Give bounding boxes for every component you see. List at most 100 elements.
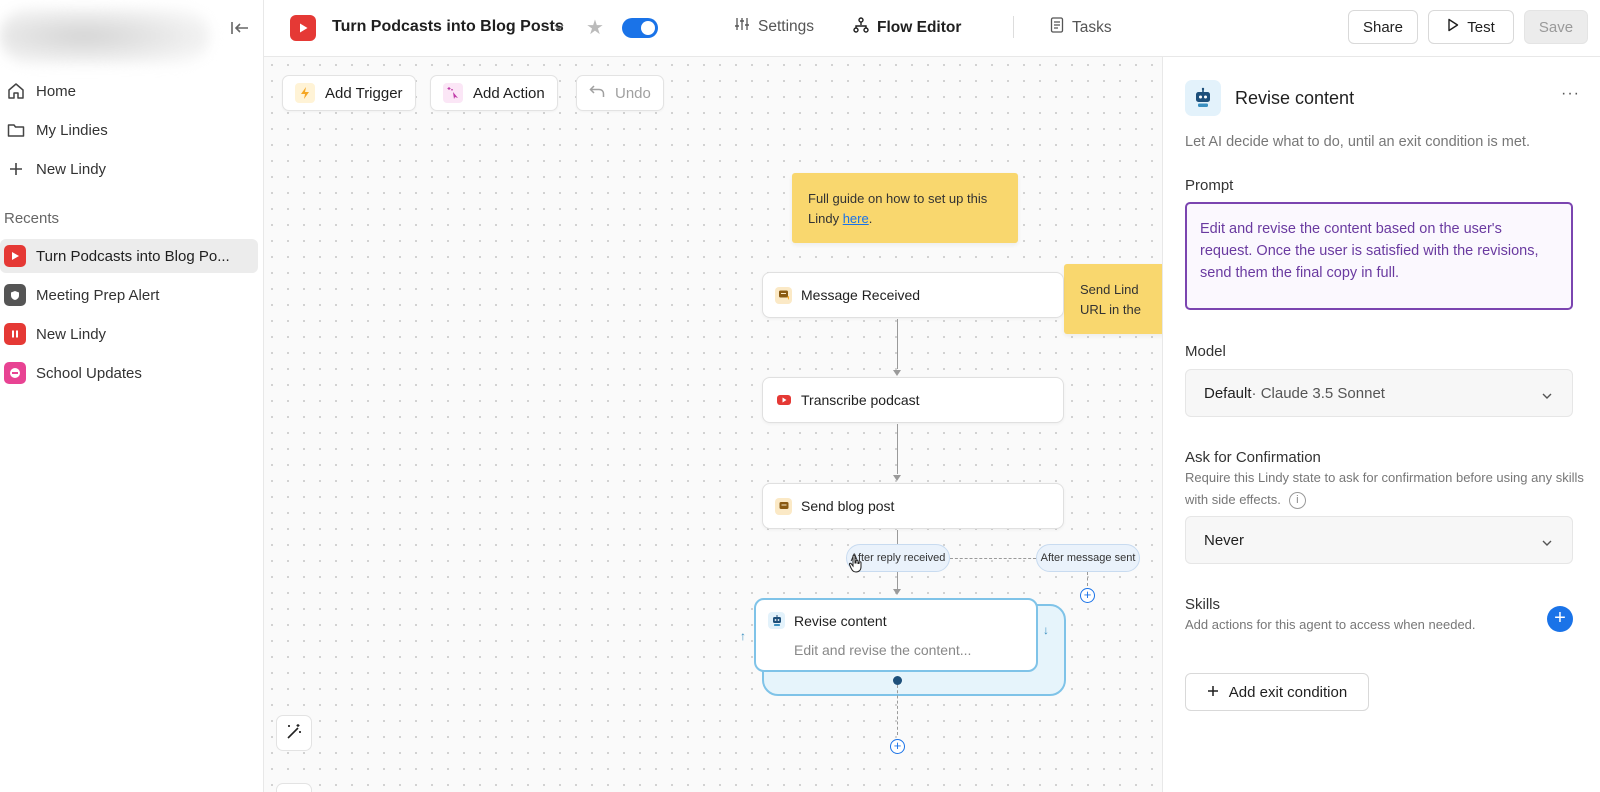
flow-node-label: Send blog post — [801, 498, 895, 514]
add-step-plus-icon[interactable]: + — [1080, 588, 1095, 603]
flow-node-revise-content[interactable]: Revise content Edit and revise the conte… — [754, 598, 1038, 672]
pause-icon — [4, 323, 26, 345]
branch-dashed-line — [950, 558, 1036, 559]
flow-canvas[interactable]: Add Trigger Add Action Undo Full guide o… — [264, 57, 1162, 792]
document-icon — [1050, 17, 1064, 38]
node-handle[interactable] — [893, 676, 902, 685]
flow-node-message-received[interactable]: Message Received — [762, 272, 1064, 318]
recent-item-label: School Updates — [36, 364, 142, 382]
tab-flow-editor[interactable]: Flow Editor — [853, 17, 961, 38]
panel-description: Let AI decide what to do, until an exit … — [1185, 134, 1530, 150]
recent-item-label: Meeting Prep Alert — [36, 286, 160, 304]
play-icon — [4, 245, 26, 267]
workspace-switcher-blurred[interactable] — [0, 8, 210, 64]
flow-node-label: Message Received — [801, 287, 921, 303]
plus-icon — [1207, 684, 1219, 701]
sticky-note-line: URL in the — [1080, 301, 1141, 317]
plus-icon — [6, 159, 26, 179]
prompt-value: Edit and revise the content based on the… — [1200, 221, 1539, 281]
recent-item-label: Turn Podcasts into Blog Po... — [36, 247, 230, 265]
sticky-note-send[interactable]: Send Lind URL in the — [1064, 264, 1162, 334]
recents-heading: Recents — [4, 210, 60, 227]
more-options-icon[interactable]: ··· — [1561, 85, 1580, 103]
play-outline-icon — [1447, 18, 1459, 36]
add-exit-condition-label: Add exit condition — [1228, 683, 1348, 701]
agent-node-description: Edit and revise the content... — [794, 642, 972, 658]
add-action-button[interactable]: Add Action — [430, 75, 558, 111]
model-value-detail: · Claude 3.5 Sonnet — [1251, 384, 1385, 402]
chevron-down-icon — [1542, 386, 1552, 403]
tab-tasks[interactable]: Tasks — [1050, 17, 1112, 38]
share-button[interactable]: Share — [1348, 10, 1418, 44]
sidebar-item-new-lindy[interactable]: New Lindy — [0, 152, 258, 186]
prompt-textarea[interactable]: Edit and revise the content based on the… — [1185, 202, 1573, 310]
magic-wand-button[interactable] — [276, 715, 312, 751]
confirmation-description-text: Require this Lindy state to ask for conf… — [1185, 470, 1584, 507]
guide-link[interactable]: here — [843, 211, 869, 226]
model-label: Model — [1185, 343, 1226, 360]
chevron-down-icon[interactable] — [554, 19, 564, 33]
shield-icon — [4, 284, 26, 306]
youtube-icon — [775, 391, 792, 409]
sliders-icon — [734, 17, 750, 36]
add-step-plus-icon[interactable]: + — [890, 739, 905, 754]
collapse-sidebar-icon[interactable] — [228, 16, 252, 40]
connector-line — [897, 530, 898, 544]
minus-circle-icon — [4, 362, 26, 384]
page-title[interactable]: Turn Podcasts into Blog Posts — [332, 18, 564, 36]
sidebar-item-label: My Lindies — [36, 121, 108, 139]
tab-label: Flow Editor — [877, 18, 962, 36]
flow-icon — [853, 17, 869, 38]
model-select[interactable]: Default · Claude 3.5 Sonnet — [1185, 369, 1573, 417]
enable-toggle[interactable] — [622, 18, 658, 38]
sticky-note-line: Send Lind — [1080, 282, 1139, 297]
tab-settings[interactable]: Settings — [734, 17, 814, 36]
undo-icon — [589, 84, 605, 102]
skills-label: Skills — [1185, 596, 1221, 613]
sparkle-cursor-icon — [443, 83, 463, 103]
robot-icon — [1185, 80, 1221, 116]
branch-after-message-sent[interactable]: After message sent — [1036, 544, 1140, 572]
recent-item-label: New Lindy — [36, 325, 107, 343]
add-skill-button[interactable]: + — [1547, 606, 1573, 632]
undo-label: Undo — [615, 84, 651, 102]
flow-node-transcribe-podcast[interactable]: Transcribe podcast — [762, 377, 1064, 423]
zoom-controls-button[interactable] — [276, 783, 312, 792]
sidebar-item-home[interactable]: Home — [0, 74, 258, 108]
recent-item-turn-podcasts[interactable]: Turn Podcasts into Blog Po... — [0, 239, 258, 273]
agent-node-title: Revise content — [794, 612, 887, 629]
confirmation-select[interactable]: Never — [1185, 516, 1573, 564]
undo-button[interactable]: Undo — [576, 75, 664, 111]
robot-icon — [768, 612, 785, 629]
play-icon — [290, 15, 316, 41]
recent-item-new-lindy[interactable]: New Lindy — [0, 317, 258, 351]
connector-dashed-line — [897, 685, 898, 735]
confirmation-label: Ask for Confirmation — [1185, 449, 1321, 466]
test-button[interactable]: Test — [1428, 10, 1514, 44]
branch-dashed-line — [1087, 572, 1088, 586]
agent-node-header: Revise content — [768, 612, 887, 629]
recent-item-school-updates[interactable]: School Updates — [0, 356, 258, 390]
save-button[interactable]: Save — [1524, 10, 1588, 44]
sticky-note-text: Full guide on how to set up this Lindy — [808, 191, 988, 226]
recent-item-meeting-prep[interactable]: Meeting Prep Alert — [0, 278, 258, 312]
sticky-note-guide[interactable]: Full guide on how to set up this Lindy h… — [792, 173, 1018, 243]
magic-wand-icon — [285, 722, 303, 745]
sidebar-item-label: New Lindy — [36, 160, 107, 178]
folder-icon — [6, 120, 26, 140]
add-exit-condition-button[interactable]: Add exit condition — [1185, 673, 1369, 711]
flow-node-send-blog-post[interactable]: Send blog post — [762, 483, 1064, 529]
sidebar-item-label: Home — [36, 82, 77, 100]
message-icon — [775, 497, 792, 515]
save-button-label: Save — [1538, 18, 1574, 36]
tab-label: Settings — [758, 17, 815, 35]
star-icon[interactable]: ★ — [586, 15, 604, 40]
add-trigger-button[interactable]: Add Trigger — [282, 75, 416, 111]
connector-arrow — [893, 370, 901, 376]
sidebar-item-my-lindies[interactable]: My Lindies — [0, 113, 258, 147]
add-trigger-label: Add Trigger — [325, 84, 403, 102]
info-icon[interactable]: i — [1288, 492, 1306, 510]
confirmation-description: Require this Lindy state to ask for conf… — [1185, 467, 1585, 511]
chevron-down-icon — [1542, 533, 1552, 550]
branch-label: After reply received — [850, 552, 946, 564]
